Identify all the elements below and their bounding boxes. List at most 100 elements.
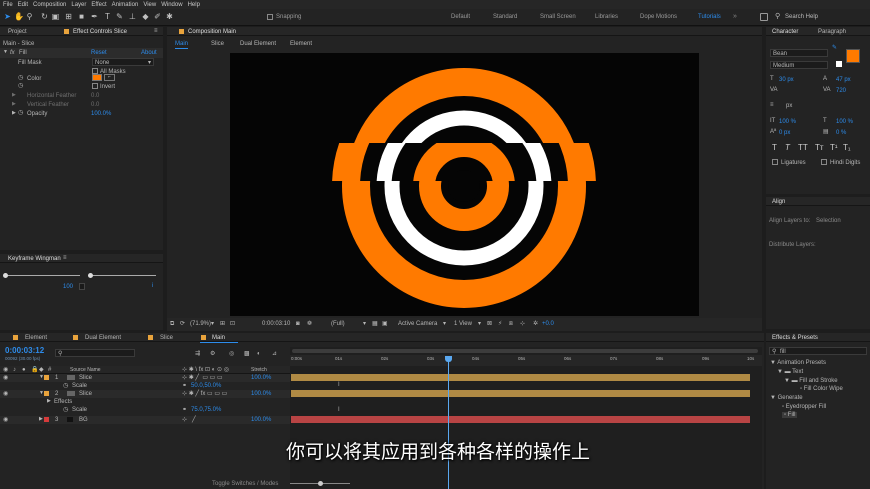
- property-row[interactable]: ◷ Scale ⚭ 50.0,50.0%: [0, 382, 290, 390]
- menu-animation[interactable]: Animation: [112, 2, 139, 8]
- invert-checkbox[interactable]: [92, 83, 98, 89]
- eraser-tool-icon[interactable]: ◆: [141, 12, 150, 21]
- clone-stamp-tool-icon[interactable]: ⊥: [128, 12, 137, 21]
- menu-file[interactable]: File: [3, 2, 13, 8]
- snapping-checkbox[interactable]: [267, 14, 273, 20]
- tree-item-text[interactable]: ▼ ▬ Text: [777, 369, 803, 375]
- layer-stretch[interactable]: 100.0%: [251, 375, 271, 381]
- font-family-dropdown[interactable]: Bean: [770, 49, 828, 57]
- tree-item-fill-color-wipe[interactable]: ▫ Fill Color Wipe: [800, 386, 843, 392]
- tsume-value[interactable]: 0 %: [836, 130, 846, 136]
- about-link[interactable]: About: [141, 50, 157, 56]
- stopwatch-icon[interactable]: ◷: [18, 110, 23, 116]
- tree-item-fill[interactable]: ▫ Fill: [782, 412, 798, 418]
- search-help-field[interactable]: Search Help: [785, 14, 818, 20]
- stopwatch-icon[interactable]: ◷: [63, 407, 68, 413]
- expand-arrow-icon[interactable]: ▶: [12, 93, 16, 98]
- effects-search-input[interactable]: ⚲ fill: [769, 347, 867, 355]
- eye-icon[interactable]: ◉: [3, 375, 8, 381]
- property-group-row[interactable]: ▶ Effects: [0, 398, 290, 406]
- stopwatch-icon[interactable]: ◷: [18, 75, 23, 81]
- layer-row[interactable]: ◉ ▶ 3 BG ⊹ ╱ 100.0%: [0, 416, 290, 424]
- layer-name[interactable]: Slice: [79, 391, 92, 397]
- camera-tool-icon[interactable]: ▣: [51, 12, 60, 21]
- tab-effect-controls[interactable]: Effect Controls Slice: [73, 29, 127, 35]
- all-caps-button[interactable]: TT: [798, 144, 808, 152]
- exposure-value[interactable]: +0.0: [542, 321, 554, 327]
- label-color-chip[interactable]: [44, 391, 49, 396]
- camera-dropdown[interactable]: Active Camera: [398, 321, 437, 327]
- workspace-standard[interactable]: Standard: [493, 14, 517, 20]
- layer-stretch[interactable]: 100.0%: [251, 391, 271, 397]
- layer-row[interactable]: ◉ ▼ 2 Slice ⊹ ✱ ╱ fx ▭ ▭ ▭ 100.0%: [0, 390, 290, 398]
- opacity-value[interactable]: 100.0%: [91, 111, 111, 117]
- workspace-dope-motions[interactable]: Dope Motions: [640, 14, 677, 20]
- eyedropper-icon[interactable]: ✎: [832, 45, 837, 51]
- chevron-down-icon[interactable]: ▾: [211, 321, 214, 327]
- tab-dual-element[interactable]: Dual Element: [85, 335, 121, 341]
- audio-icon[interactable]: ♪: [13, 367, 16, 373]
- influence-slider-handle-right[interactable]: [88, 273, 93, 278]
- work-area-bar[interactable]: [292, 349, 758, 353]
- fx-icon[interactable]: fx: [10, 50, 15, 56]
- breadcrumb-element[interactable]: Element: [290, 41, 312, 47]
- layer-switches-icon[interactable]: ⊹ ✱ ╱ ▭ ▭ ▭: [182, 375, 223, 381]
- puppet-tool-icon[interactable]: ✱: [165, 12, 174, 21]
- label-color-chip[interactable]: [44, 417, 49, 422]
- label-column-icon[interactable]: ◆: [39, 367, 44, 373]
- eye-icon[interactable]: ◉: [3, 391, 8, 397]
- vertical-scale-value[interactable]: 100 %: [779, 119, 796, 125]
- small-caps-button[interactable]: Tт: [815, 144, 824, 152]
- region-icon[interactable]: ▣: [382, 321, 388, 327]
- color-swatch[interactable]: [92, 74, 102, 81]
- menu-layer[interactable]: Layer: [71, 2, 86, 8]
- vertical-feather-value[interactable]: 0.0: [91, 102, 99, 108]
- chevron-down-icon[interactable]: ▾: [363, 321, 366, 327]
- layer-switches-icon[interactable]: ⊹ ✱ ╱ fx ▭ ▭ ▭: [182, 391, 227, 397]
- chevron-down-icon[interactable]: ▾: [478, 321, 481, 327]
- rotate-tool-icon[interactable]: ↻: [40, 12, 49, 21]
- superscript-button[interactable]: T¹: [830, 144, 838, 152]
- region-of-interest-icon[interactable]: ⟳: [180, 321, 185, 327]
- stretch-header[interactable]: Stretch: [251, 368, 267, 373]
- playhead-handle[interactable]: [445, 356, 452, 362]
- tree-item-fill-and-stroke[interactable]: ▼ ▬ Fill and Stroke: [784, 378, 838, 384]
- draft-3d-icon[interactable]: ⚙: [210, 351, 215, 357]
- workspace-small-screen[interactable]: Small Screen: [540, 14, 576, 20]
- always-preview-icon[interactable]: ⧉: [170, 321, 174, 327]
- link-icon[interactable]: ⚭: [182, 407, 187, 413]
- timeline-timecode[interactable]: 0:00:03:12: [5, 347, 44, 355]
- grid-icon[interactable]: ⊞: [220, 321, 225, 327]
- layer-bar-slice-1[interactable]: [291, 374, 750, 381]
- mask-visibility-icon[interactable]: ⊡: [230, 321, 235, 327]
- brush-tool-icon[interactable]: ✎: [115, 12, 124, 21]
- chevron-down-icon[interactable]: ▾: [443, 321, 446, 327]
- breadcrumb-slice[interactable]: Slice: [211, 41, 224, 47]
- tab-project[interactable]: Project: [8, 29, 27, 35]
- menu-help[interactable]: Help: [188, 2, 200, 8]
- horizontal-feather-value[interactable]: 0.0: [91, 93, 99, 99]
- composition-canvas[interactable]: [230, 53, 699, 316]
- influence-slider-track[interactable]: [5, 275, 80, 276]
- show-channel-icon[interactable]: ❁: [307, 321, 312, 327]
- views-dropdown[interactable]: 1 View: [454, 321, 472, 327]
- tree-item-generate[interactable]: ▼ Generate: [770, 395, 803, 401]
- pan-behind-tool-icon[interactable]: ⊞: [64, 12, 73, 21]
- snapshot-icon[interactable]: ◙: [296, 321, 300, 327]
- selection-tool-icon[interactable]: ➤: [3, 12, 12, 21]
- eyedropper-icon[interactable]: ⌐: [104, 74, 115, 81]
- transparency-grid-icon[interactable]: ▦: [372, 321, 378, 327]
- stroke-color-swatch[interactable]: [836, 61, 842, 67]
- solo-icon[interactable]: ●: [22, 367, 26, 373]
- faux-italic-button[interactable]: T: [785, 144, 790, 152]
- frame-blending-icon[interactable]: ▩: [244, 351, 250, 357]
- tab-element[interactable]: Element: [25, 335, 47, 341]
- pen-tool-icon[interactable]: ✒: [90, 12, 99, 21]
- panel-menu-icon[interactable]: ≡: [63, 255, 67, 261]
- expand-arrow-icon[interactable]: ▼: [3, 50, 8, 55]
- fill-effect-row[interactable]: ▼ fx Fill Reset About: [0, 48, 163, 58]
- property-row[interactable]: ◷ Scale ⚭ 75.0,75.0%: [0, 406, 290, 414]
- zoom-slider-handle[interactable]: [318, 481, 323, 486]
- property-value[interactable]: 75.0,75.0%: [191, 407, 221, 413]
- resolution-dropdown[interactable]: (Full): [331, 321, 345, 327]
